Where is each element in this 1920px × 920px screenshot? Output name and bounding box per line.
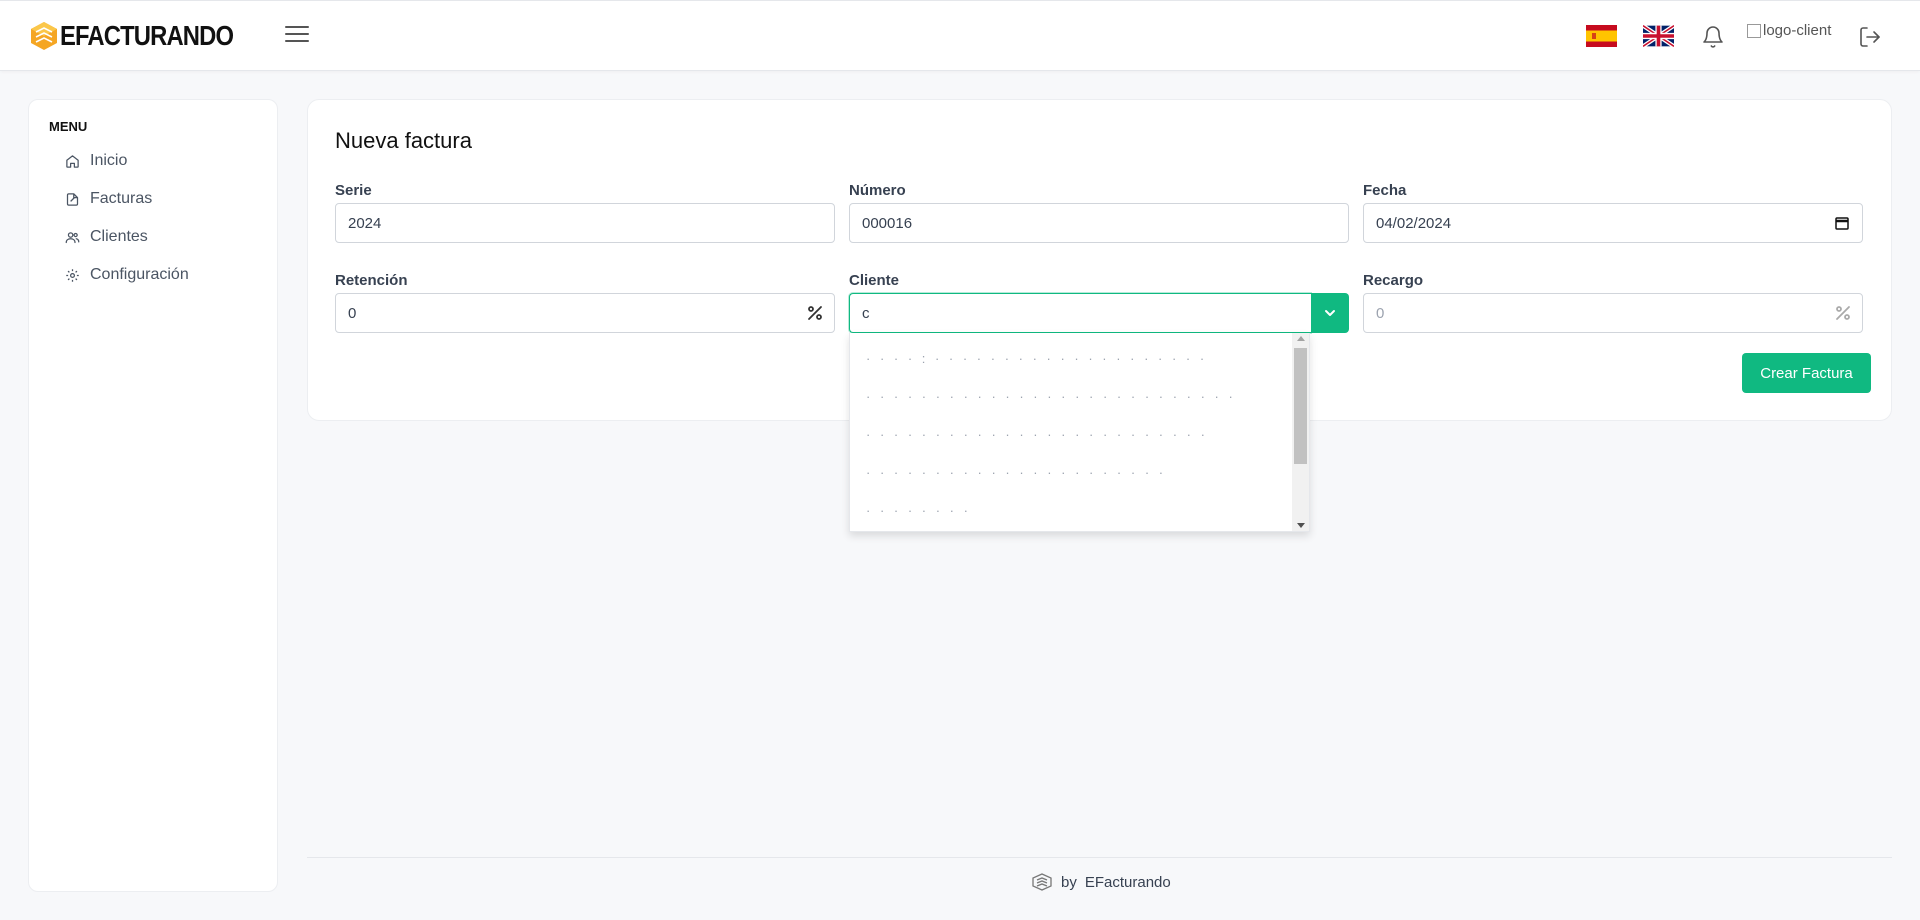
sidebar-item-inicio[interactable]: Inicio [65,147,127,175]
users-icon [65,231,80,243]
fecha-input[interactable]: 04/02/2024 [1363,203,1863,243]
sidebar-item-label: Facturas [90,190,153,207]
footer-brand-link[interactable]: EFacturando [1085,874,1171,891]
recargo-value: 0 [1376,304,1385,322]
cliente-value: c [862,304,870,322]
numero-input[interactable]: 000016 [849,203,1349,243]
client-logo[interactable]: logo-client [1747,22,1831,39]
footer: by EFacturando [1031,873,1171,891]
top-navbar: EFACTURANDO logo-client [0,0,1920,71]
retencion-value: 0 [348,304,357,322]
serie-value: 2024 [348,214,382,232]
sidebar-item-configuracion[interactable]: Configuración [65,261,189,289]
percent-icon [808,306,822,320]
create-invoice-button[interactable]: Crear Factura [1742,353,1871,393]
sidebar-item-label: Inicio [90,152,128,169]
chevron-down-icon [1325,310,1335,316]
scrollbar-thumb[interactable] [1294,348,1307,464]
serie-label: Serie [335,182,372,199]
home-icon [66,154,79,168]
dropdown-option[interactable]: · · · · · · · · · · · · · · · · · · · · … [866,389,1236,409]
efacturando-small-logo-icon [1032,873,1052,891]
invoice-icon [66,192,79,206]
cliente-search-input[interactable]: c [849,293,1311,333]
flag-uk-icon[interactable] [1643,25,1674,47]
dropdown-option[interactable]: · · · · · · · · [866,503,971,523]
sidebar-item-label: Configuración [90,266,189,283]
sidebar-item-label: Clientes [90,228,148,245]
fecha-label: Fecha [1363,182,1407,199]
dropdown-option[interactable]: · · · · · · · · · · · · · · · · · · · · … [866,465,1166,485]
dropdown-option[interactable]: · · · · · · · · · · · · · · · · · · · · … [866,427,1208,447]
scroll-up-icon[interactable] [1297,336,1305,341]
retencion-label: Retención [335,272,408,289]
brand-logo[interactable]: EFACTURANDO [28,20,264,52]
cliente-dropdown-button[interactable] [1311,293,1349,333]
client-logo-alt: logo-client [1763,22,1832,39]
flag-es-icon[interactable] [1586,25,1617,47]
efacturando-logo-icon [31,22,57,50]
brand-name: EFACTURANDO [60,20,234,51]
sidebar: MENU Inicio Facturas Clientes Configurac… [28,99,278,892]
fecha-value: 04/02/2024 [1376,214,1452,232]
footer-divider [307,857,1892,858]
cliente-label: Cliente [849,272,900,289]
percent-icon [1836,306,1850,320]
retencion-input[interactable]: 0 [335,293,835,333]
broken-image-icon [1747,23,1761,38]
cliente-dropdown-list: · · · · : · · · · · · · · · · · · · · · … [849,333,1310,532]
dropdown-option[interactable]: · · · · : · · · · · · · · · · · · · · · … [866,351,1207,371]
recargo-label: Recargo [1363,272,1424,289]
gear-icon [66,268,79,282]
sidebar-item-clientes[interactable]: Clientes [65,223,148,251]
sidebar-item-facturas[interactable]: Facturas [65,185,152,213]
numero-label: Número [849,182,906,199]
calendar-icon[interactable] [1834,215,1850,231]
serie-input[interactable]: 2024 [335,203,835,243]
recargo-input[interactable]: 0 [1363,293,1863,333]
sidebar-title: MENU [49,119,88,134]
page-title: Nueva factura [335,128,472,153]
numero-value: 000016 [862,214,913,232]
scroll-down-icon[interactable] [1297,523,1305,528]
dropdown-scrollbar[interactable] [1292,333,1309,531]
logout-icon[interactable] [1858,25,1882,49]
bell-icon[interactable] [1701,25,1725,49]
menu-toggle-button[interactable] [285,26,309,46]
footer-by: by [1061,873,1077,891]
